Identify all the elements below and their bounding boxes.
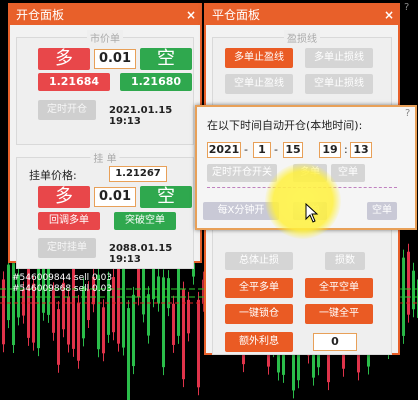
- timed-pending-time: 2088.01.15 19:13: [109, 243, 173, 265]
- candle-body: [122, 266, 125, 348]
- day-input[interactable]: 15: [283, 142, 303, 158]
- lot-input[interactable]: 0.01: [94, 49, 136, 69]
- help-icon[interactable]: ?: [405, 108, 410, 119]
- year-input[interactable]: 2021: [207, 142, 241, 158]
- sell-price-label: 1.21680: [120, 73, 192, 91]
- timed-open-time: 2021.01.15 19:13: [109, 105, 173, 127]
- timed-switch-button[interactable]: 定时开仓开关: [207, 164, 277, 182]
- pending-sell-button[interactable]: 空: [140, 186, 192, 208]
- cursor-highlight: [265, 163, 341, 239]
- timed-open-button[interactable]: 定时开仓: [38, 100, 96, 120]
- pending-order-section: 挂 单 挂单价格: 1.21267 多 0.01 空 回调多单 突破空单 定时挂…: [16, 150, 194, 269]
- timed-pending-button[interactable]: 定时挂单: [38, 238, 96, 258]
- candle-body: [7, 264, 10, 321]
- section-label: 挂 单: [90, 150, 120, 165]
- month-input[interactable]: 1: [253, 142, 271, 158]
- panel-title: 平仓面板: [212, 8, 261, 22]
- candle-body: [117, 264, 120, 344]
- close-all-button[interactable]: 一键全平: [305, 304, 373, 324]
- pullback-buy-button[interactable]: 回调多单: [38, 212, 100, 230]
- timer-prompt: 在以下时间自动开仓(本地时间):: [207, 119, 363, 132]
- candle-body: [177, 259, 180, 336]
- long-tp-button[interactable]: 多单止盈线: [225, 48, 293, 68]
- close-all-short-button[interactable]: 全平空单: [305, 278, 373, 298]
- candle-body: [197, 299, 200, 388]
- short-tp-button[interactable]: 空单止盈线: [225, 74, 293, 94]
- candle-body: [402, 257, 405, 336]
- market-buy-button[interactable]: 多: [38, 48, 90, 70]
- hour-input[interactable]: 19: [319, 142, 341, 158]
- short-sl-button[interactable]: 空单止损线: [305, 74, 373, 94]
- loss-count-button[interactable]: 损数: [325, 252, 365, 270]
- cursor-icon: [305, 203, 319, 223]
- pending-price-label: 挂单价格:: [29, 169, 77, 182]
- candle-body: [127, 308, 130, 400]
- total-sl-button[interactable]: 总体止损: [225, 252, 293, 270]
- candle-body: [407, 251, 410, 315]
- candle-body: [77, 303, 80, 361]
- extra-interest-input[interactable]: 0: [313, 333, 357, 351]
- timer-sell-button[interactable]: 空单: [331, 164, 365, 182]
- candle-body: [157, 276, 160, 304]
- minute-input[interactable]: 13: [350, 142, 372, 158]
- candle-body: [102, 307, 105, 354]
- section-label: 市价单: [87, 30, 123, 45]
- order-label: #546009844 sell 0.03: [12, 273, 113, 283]
- market-sell-button[interactable]: 空: [140, 48, 192, 70]
- candle-body: [57, 309, 60, 365]
- panel-title-bar: 开仓面板 ×: [10, 5, 200, 25]
- time-separator: :: [344, 143, 348, 156]
- pending-price-input[interactable]: 1.21267: [109, 166, 167, 182]
- candle-body: [167, 278, 170, 309]
- candle-body: [12, 254, 15, 346]
- candle-body: [172, 303, 175, 345]
- market-order-section: 市价单 多 0.01 空 1.21684 1.21680 定时开仓 2021.0…: [16, 30, 194, 145]
- order-label: #546009868 sell 0.03: [12, 284, 113, 294]
- candle-body: [162, 277, 165, 368]
- section-label: 盈损线: [284, 30, 320, 45]
- lock-position-button[interactable]: 一键锁仓: [225, 304, 293, 324]
- date-separator: -: [274, 143, 278, 156]
- candle-body: [112, 277, 115, 333]
- extra-interest-button[interactable]: 额外利息: [225, 332, 293, 352]
- close-icon[interactable]: ×: [186, 5, 196, 25]
- close-all-long-button[interactable]: 全平多单: [225, 278, 293, 298]
- open-position-panel: 开仓面板 × 市价单 多 0.01 空 1.21684 1.21680 定时开仓…: [8, 3, 202, 269]
- long-sl-button[interactable]: 多单止损线: [305, 48, 373, 68]
- candle-body: [147, 294, 150, 336]
- date-separator: -: [244, 143, 248, 156]
- help-icon[interactable]: ?: [404, 2, 409, 13]
- panel-title: 开仓面板: [16, 8, 65, 22]
- candle-body: [132, 294, 135, 367]
- candle-body: [67, 296, 70, 345]
- candle-body: [187, 299, 190, 334]
- buy-price-label: 1.21684: [38, 73, 110, 91]
- pending-lot-input[interactable]: 0.01: [94, 187, 136, 207]
- pending-buy-button[interactable]: 多: [38, 186, 90, 208]
- breakout-sell-button[interactable]: 突破空单: [114, 212, 176, 230]
- interval-sell-button[interactable]: 空单: [367, 202, 397, 220]
- close-icon[interactable]: ×: [384, 5, 394, 25]
- panel-title-bar: 平仓面板 ×: [206, 5, 398, 25]
